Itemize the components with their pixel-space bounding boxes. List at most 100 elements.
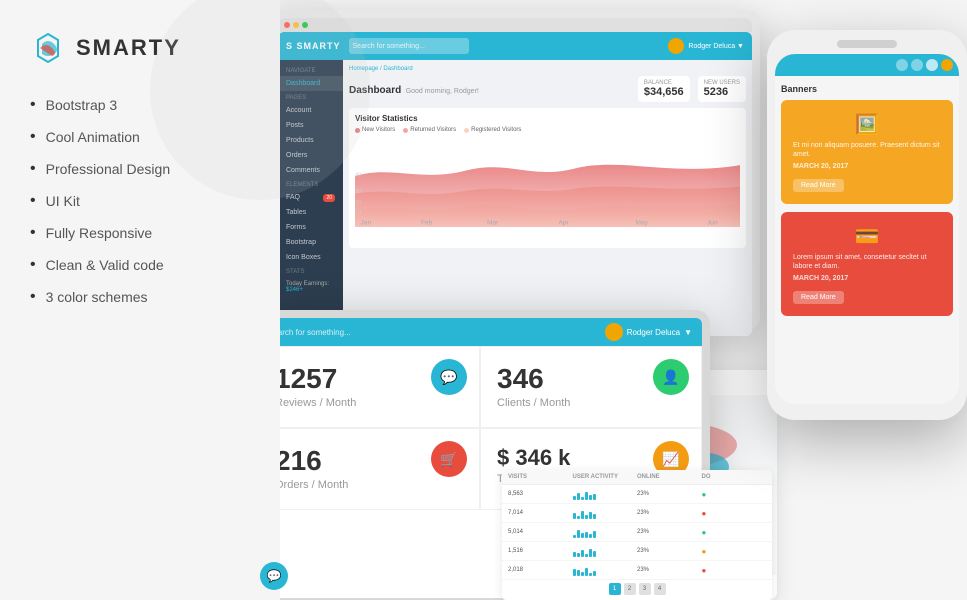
dash-search-text: Search for something... — [353, 43, 425, 50]
table-pagination: 1 2 3 4 — [502, 580, 772, 598]
cell-activity-4 — [573, 564, 638, 576]
sidebar-forms[interactable]: Forms — [278, 220, 343, 235]
svg-text:Jun: Jun — [707, 220, 718, 227]
newusers-card: NEW USERS 5236 — [698, 76, 746, 102]
dash-search[interactable]: Search for something... — [349, 38, 469, 54]
page-2[interactable]: 2 — [624, 583, 636, 595]
phone-card-btn-2[interactable]: Read More — [793, 291, 844, 304]
th-online: ONLINE — [637, 474, 702, 480]
newusers-value: 5236 — [704, 86, 740, 98]
feature-responsive: Fully Responsive — [30, 224, 250, 242]
svg-text:May: May — [636, 220, 649, 227]
bar — [573, 552, 576, 557]
cell-dot-2: ● — [702, 528, 767, 537]
table-row: 5,014 23% ● — [502, 523, 772, 542]
table-header: VISITS USER ACTIVITY ONLINE DO — [502, 470, 772, 485]
sidebar-tables[interactable]: Tables — [278, 205, 343, 220]
th-do: DO — [702, 474, 767, 480]
tablet-topbar: Search for something... Rodger Deluca ▼ — [258, 318, 702, 346]
sidebar-iconboxes[interactable]: Icon Boxes — [278, 250, 343, 265]
feature-uikit: UI Kit — [30, 192, 250, 210]
legend-dot-registered — [464, 128, 469, 133]
bar — [593, 514, 596, 519]
legend-label-new: New Visitors — [362, 127, 395, 133]
phone-card-date-2: MARCH 20, 2017 — [793, 275, 941, 282]
bar — [573, 535, 576, 538]
svg-text:Apr: Apr — [559, 220, 570, 227]
cell-online-4: 23% — [637, 567, 702, 573]
phone-icon-3 — [926, 59, 938, 71]
bar — [573, 513, 576, 519]
table-row: 2,018 23% ● — [502, 561, 772, 580]
phone-card-2: 💳 Lorem ipsum sit amet, consetetur seclt… — [781, 212, 953, 316]
chat-bubble[interactable]: 💬 — [260, 562, 288, 590]
cell-visits-1: 7,014 — [508, 510, 573, 516]
phone-card-1: 🖼️ Et mi non aliquam posuere. Praesent d… — [781, 100, 953, 204]
phone-card-text-2: Lorem ipsum sit amet, consetetur secltet… — [793, 253, 941, 271]
legend-returned: Returned Visitors — [403, 127, 456, 133]
bar — [581, 572, 584, 576]
cell-activity-1 — [573, 507, 638, 519]
cell-visits-2: 5,014 — [508, 529, 573, 535]
cell-activity-0 — [573, 488, 638, 500]
sidebar-bootstrap[interactable]: Bootstrap — [278, 235, 343, 250]
svg-text:Jan: Jan — [361, 220, 372, 227]
phone-card-btn-1[interactable]: Read More — [793, 179, 844, 192]
visitor-chart-svg: Jan Feb Mar Apr May Jun 40 30 20 10 — [355, 137, 740, 227]
phone-screen: Banners 🖼️ Et mi non aliquam posuere. Pr… — [775, 54, 959, 404]
cell-dot-3: ● — [702, 547, 767, 556]
th-visits: VISITS — [508, 474, 573, 480]
page-1[interactable]: 1 — [609, 583, 621, 595]
phone-content: Banners 🖼️ Et mi non aliquam posuere. Pr… — [775, 76, 959, 332]
th-activity: USER ACTIVITY — [573, 474, 638, 480]
bar — [593, 571, 596, 576]
phone-mockup: Banners 🖼️ Et mi non aliquam posuere. Pr… — [767, 30, 967, 420]
bar — [577, 530, 580, 538]
bar — [585, 515, 588, 519]
phone-card-date-1: MARCH 20, 2017 — [793, 163, 941, 170]
tablet-user-info: Rodger Deluca ▼ — [605, 323, 692, 341]
stat-clients-icon: 👤 — [653, 359, 689, 395]
page-3[interactable]: 3 — [639, 583, 651, 595]
cell-visits-3: 1,516 — [508, 548, 573, 554]
svg-text:20: 20 — [355, 200, 361, 206]
stat-orders-label: Orders / Month — [275, 479, 463, 491]
cell-activity-2 — [573, 526, 638, 538]
cell-activity-3 — [573, 545, 638, 557]
cell-dot-0: ● — [702, 490, 767, 499]
phone-section-title: Banners — [781, 84, 953, 94]
phone-icon-2 — [911, 59, 923, 71]
tablet-user-name: Rodger Deluca — [627, 328, 680, 337]
phone-icon-1 — [896, 59, 908, 71]
tablet-user-chevron: ▼ — [684, 328, 692, 337]
phone-card-text-1: Et mi non aliquam posuere. Praesent dict… — [793, 141, 941, 159]
bar — [585, 492, 588, 500]
cell-visits-0: 8,563 — [508, 491, 573, 497]
bar — [573, 496, 576, 500]
feature-code: Clean & Valid code — [30, 256, 250, 274]
bar — [581, 533, 584, 538]
tablet-search-text: Search for something... — [268, 328, 351, 337]
svg-text:30: 30 — [355, 189, 361, 195]
bar — [589, 512, 592, 519]
stat-orders-icon: 🛒 — [431, 441, 467, 477]
svg-text:10: 10 — [355, 209, 361, 215]
phone-card-icon-2: 💳 — [793, 224, 941, 249]
bar — [577, 553, 580, 557]
stat-reviews-icon: 💬 — [431, 359, 467, 395]
bar — [589, 495, 592, 500]
phone-notch — [837, 40, 897, 48]
balance-value: $34,656 — [644, 86, 684, 98]
legend-label-returned: Returned Visitors — [410, 127, 456, 133]
tablet-stat-orders: 216 Orders / Month 🛒 — [258, 428, 480, 510]
tablet-stat-reviews: 1257 Reviews / Month 💬 — [258, 346, 480, 428]
phone-card-icon-1: 🖼️ — [793, 112, 941, 137]
dash-user-info: Rodger Deluca ▼ — [668, 38, 744, 54]
phone-icons — [896, 59, 953, 71]
cell-online-3: 23% — [637, 548, 702, 554]
bar — [585, 554, 588, 557]
table-row: 1,516 23% ● — [502, 542, 772, 561]
legend-dot-returned — [403, 128, 408, 133]
page-4[interactable]: 4 — [654, 583, 666, 595]
tablet-avatar — [605, 323, 623, 341]
